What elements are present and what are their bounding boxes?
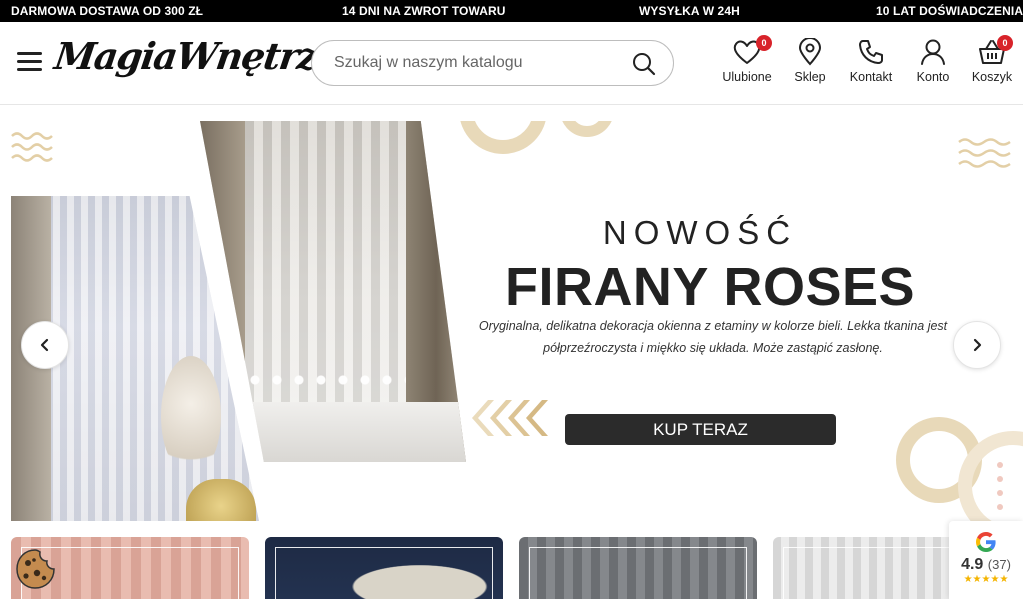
account-button[interactable]: Konto xyxy=(914,38,952,84)
chevron-left-icon xyxy=(40,338,49,352)
hero-banner: NOWOŚĆ FIRANY ROSES Oryginalna, delikatn… xyxy=(0,121,1023,521)
ring-decoration xyxy=(560,121,614,137)
dots-decoration-icon xyxy=(997,462,1003,510)
review-count: (37) xyxy=(987,557,1011,572)
carousel-prev-button[interactable] xyxy=(21,321,69,369)
chevron-right-icon xyxy=(973,338,982,352)
category-tile-grey-curtains[interactable] xyxy=(519,537,757,599)
announcement-shipping-24h: WYSYŁKA W 24H xyxy=(639,4,740,18)
google-icon xyxy=(976,532,996,552)
hero-photo-roses-curtain xyxy=(200,121,466,462)
search-bar xyxy=(311,40,674,86)
hero-description: Oryginalna, delikatna dekoracja okienna … xyxy=(478,319,948,355)
announcement-returns: 14 DNI NA ZWROT TOWARU xyxy=(342,4,506,18)
favorites-button[interactable]: Ulubione 0 xyxy=(721,35,773,84)
wave-decoration-icon xyxy=(11,132,53,162)
carousel-next-button[interactable] xyxy=(953,321,1001,369)
favorites-label: Ulubione xyxy=(722,70,772,84)
category-tile-pillows[interactable] xyxy=(265,537,503,599)
account-label: Konto xyxy=(916,70,950,84)
site-logo[interactable]: MagiaWnętrz xyxy=(52,34,320,78)
search-input[interactable] xyxy=(334,52,614,74)
buy-now-button[interactable]: KUP TERAZ xyxy=(565,414,836,445)
announcement-free-shipping: DARMOWA DOSTAWA OD 300 ZŁ xyxy=(11,4,204,18)
ring-decoration xyxy=(459,121,547,154)
phone-icon xyxy=(859,40,883,64)
cookie-icon xyxy=(16,549,55,589)
hero-headline: FIRANY ROSES xyxy=(504,257,916,317)
favorites-count-badge: 0 xyxy=(756,35,772,51)
wave-decoration-icon xyxy=(958,138,1011,168)
review-score: 4.9 xyxy=(961,556,984,573)
cart-count-badge: 0 xyxy=(997,35,1013,51)
user-icon xyxy=(921,39,945,65)
contact-button[interactable]: Kontakt xyxy=(847,38,895,84)
contact-label: Kontakt xyxy=(849,70,893,84)
cookie-settings-button[interactable] xyxy=(13,547,57,591)
category-tiles xyxy=(0,537,1023,599)
menu-icon[interactable] xyxy=(17,52,42,71)
chevrons-decoration-icon xyxy=(472,400,548,436)
hero-eyebrow: NOWOŚĆ xyxy=(602,214,798,251)
cart-button[interactable]: Koszyk 0 xyxy=(971,35,1013,84)
store-button[interactable]: Sklep xyxy=(792,38,828,84)
review-stars: ★★★★★ xyxy=(963,574,1009,585)
search-icon[interactable] xyxy=(631,51,657,77)
store-label: Sklep xyxy=(794,70,826,84)
location-pin-icon xyxy=(798,38,822,66)
top-announcement-bar: DARMOWA DOSTAWA OD 300 ZŁ 14 DNI NA ZWRO… xyxy=(0,0,1023,22)
site-header: MagiaWnętrz Ulubione 0 Sklep Kontakt Kon… xyxy=(0,22,1023,105)
google-reviews-badge[interactable]: 4.9 (37) ★★★★★ xyxy=(949,521,1023,599)
cart-label: Koszyk xyxy=(971,70,1013,84)
announcement-experience: 10 LAT DOŚWIADCZENIA xyxy=(876,4,1023,18)
